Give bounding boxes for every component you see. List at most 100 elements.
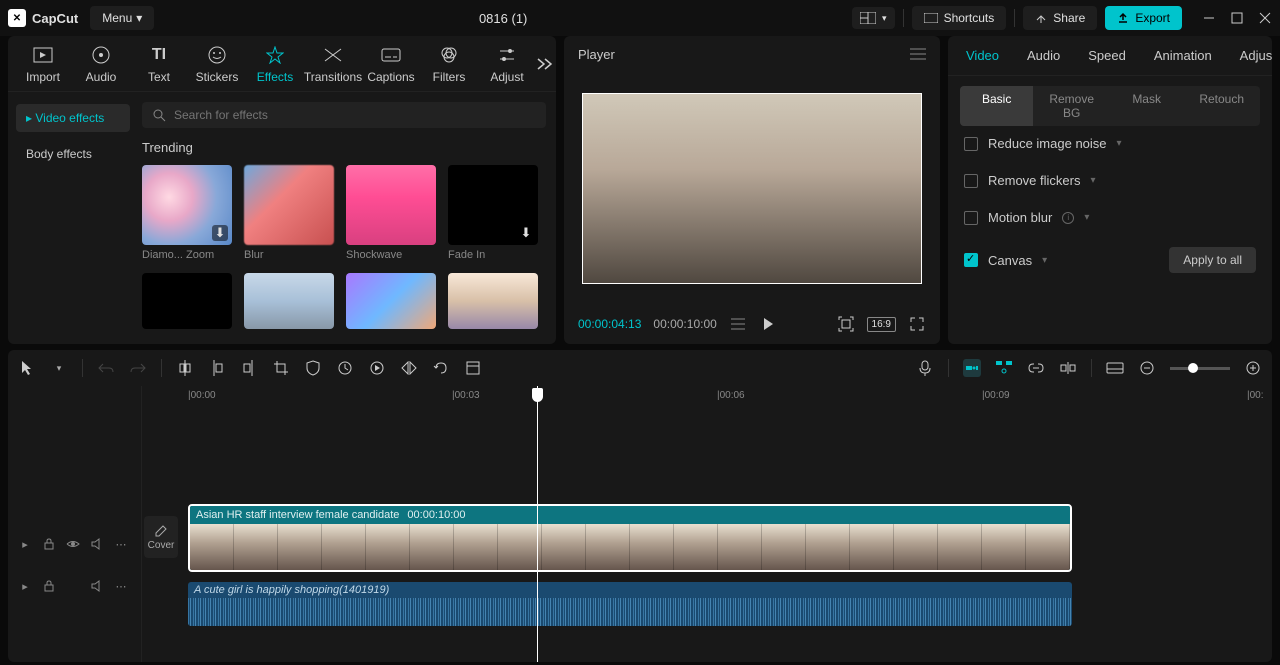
share-button[interactable]: Share — [1023, 6, 1097, 30]
effect-item[interactable] — [142, 273, 232, 329]
more-tabs-button[interactable] — [536, 57, 554, 71]
tab-audio[interactable]: Audio — [1013, 36, 1074, 75]
player-canvas[interactable] — [582, 93, 922, 284]
checkbox-reduce-noise[interactable] — [964, 137, 978, 151]
tab-text[interactable]: TI Text — [130, 44, 188, 84]
export-button[interactable]: Export — [1105, 6, 1182, 30]
preview-axis-icon[interactable] — [1059, 359, 1077, 377]
playhead[interactable] — [537, 386, 538, 662]
eye-icon[interactable] — [66, 537, 80, 551]
download-icon[interactable]: ⬇ — [212, 225, 228, 241]
more-icon[interactable]: ⋯ — [114, 579, 128, 593]
zoom-out-button[interactable] — [1138, 359, 1156, 377]
collapse-icon[interactable]: ▸ — [18, 579, 32, 593]
aspect-ratio[interactable]: 16:9 — [867, 317, 896, 332]
search-input[interactable] — [174, 108, 536, 122]
tab-stickers[interactable]: Stickers — [188, 44, 246, 84]
download-icon[interactable]: ⬇ — [518, 225, 534, 241]
sidebar-item-video-effects[interactable]: ▸ Video effects — [16, 104, 130, 132]
effect-item[interactable] — [448, 273, 538, 329]
selection-tool[interactable] — [18, 359, 36, 377]
link-icon[interactable] — [1027, 359, 1045, 377]
tab-transitions[interactable]: Transitions — [304, 44, 362, 84]
video-clip[interactable]: Asian HR staff interview female candidat… — [188, 504, 1072, 572]
tab-audio[interactable]: Audio — [72, 44, 130, 84]
checkbox-motion-blur[interactable] — [964, 211, 978, 225]
chevron-down-icon[interactable]: ▾ — [1042, 255, 1047, 266]
preview-render-icon[interactable] — [1106, 359, 1124, 377]
lock-icon[interactable] — [42, 579, 56, 593]
effect-blur[interactable]: Blur — [244, 165, 334, 261]
info-icon[interactable]: i — [1062, 212, 1074, 224]
lock-icon[interactable] — [42, 537, 56, 551]
maximize-button[interactable] — [1230, 11, 1244, 25]
zoom-in-button[interactable] — [1244, 359, 1262, 377]
minimize-button[interactable] — [1202, 11, 1216, 25]
checkbox-canvas[interactable] — [964, 253, 978, 267]
split-tool[interactable] — [176, 359, 194, 377]
speed-tool[interactable] — [368, 359, 386, 377]
list-icon[interactable] — [729, 315, 747, 333]
tab-speed[interactable]: Speed — [1074, 36, 1140, 75]
mute-icon[interactable] — [90, 579, 104, 593]
tab-filters[interactable]: Filters — [420, 44, 478, 84]
magnet-main-track[interactable] — [963, 359, 981, 377]
chevron-down-icon[interactable]: ▾ — [1117, 138, 1122, 149]
ruler-tick: |00:00 — [188, 390, 216, 401]
shield-tool[interactable] — [304, 359, 322, 377]
tab-animation[interactable]: Animation — [1140, 36, 1226, 75]
effect-shockwave[interactable]: Shockwave — [346, 165, 436, 261]
subtab-mask[interactable]: Mask — [1110, 86, 1183, 126]
collapse-icon[interactable]: ▸ — [18, 537, 32, 551]
tab-captions[interactable]: Captions — [362, 44, 420, 84]
cover-button[interactable]: Cover — [144, 516, 178, 558]
redo-button[interactable] — [129, 359, 147, 377]
tab-video[interactable]: Video — [952, 36, 1013, 75]
close-button[interactable] — [1258, 11, 1272, 25]
rotate-tool[interactable] — [432, 359, 450, 377]
selection-dropdown[interactable]: ▾ — [50, 359, 68, 377]
scale-icon[interactable] — [837, 315, 855, 333]
audio-clip[interactable]: A cute girl is happily shopping(1401919) — [188, 582, 1072, 626]
undo-button[interactable] — [97, 359, 115, 377]
titlebar: ✕ CapCut Menu ▾ 0816 (1) ▾ Shortcuts Sha… — [0, 0, 1280, 36]
subtab-basic[interactable]: Basic — [960, 86, 1033, 126]
delete-right-tool[interactable] — [240, 359, 258, 377]
checkbox-remove-flickers[interactable] — [964, 174, 978, 188]
player-menu-button[interactable] — [910, 48, 926, 60]
reverse-tool[interactable] — [336, 359, 354, 377]
effect-fade-in[interactable]: ⬇ Fade In — [448, 165, 538, 261]
sidebar-item-body-effects[interactable]: Body effects — [16, 140, 130, 168]
tab-import[interactable]: Import — [14, 44, 72, 84]
search-effects[interactable] — [142, 102, 546, 128]
chevron-down-icon[interactable]: ▾ — [1084, 212, 1089, 223]
timeline-ruler[interactable]: |00:00 |00:03 |00:06 |00:09 |00: — [142, 386, 1272, 408]
zoom-slider[interactable] — [1170, 367, 1230, 370]
mute-icon[interactable] — [90, 537, 104, 551]
effect-diamond-zoom[interactable]: ⬇ Diamo... Zoom — [142, 165, 232, 261]
mirror-tool[interactable] — [400, 359, 418, 377]
effect-item[interactable] — [244, 273, 334, 329]
more-icon[interactable]: ⋯ — [114, 537, 128, 551]
crop-tool[interactable] — [272, 359, 290, 377]
subtab-remove-bg[interactable]: Remove BG — [1033, 86, 1110, 126]
tab-effects[interactable]: Effects — [246, 44, 304, 84]
effect-item[interactable] — [346, 273, 436, 329]
tab-adjust[interactable]: Adjust — [478, 44, 536, 84]
magnet-auto-track[interactable] — [995, 359, 1013, 377]
play-button[interactable] — [759, 315, 777, 333]
menu-button[interactable]: Menu ▾ — [90, 6, 154, 30]
delete-left-tool[interactable] — [208, 359, 226, 377]
shortcuts-button[interactable]: Shortcuts — [912, 6, 1007, 30]
sidebar-label: Video effects — [35, 111, 104, 125]
fullscreen-button[interactable] — [908, 315, 926, 333]
freeze-tool[interactable] — [464, 359, 482, 377]
apply-to-all-button[interactable]: Apply to all — [1169, 247, 1256, 273]
chevron-down-icon[interactable]: ▾ — [1090, 175, 1095, 186]
mic-icon[interactable] — [916, 359, 934, 377]
layout-button[interactable]: ▾ — [852, 7, 895, 29]
timeline-tracks-area[interactable]: |00:00 |00:03 |00:06 |00:09 |00: Cover A… — [142, 386, 1272, 662]
option-label: Reduce image noise — [988, 136, 1107, 151]
subtab-retouch[interactable]: Retouch — [1183, 86, 1260, 126]
tab-adjust[interactable]: Adjust — [1226, 36, 1272, 75]
